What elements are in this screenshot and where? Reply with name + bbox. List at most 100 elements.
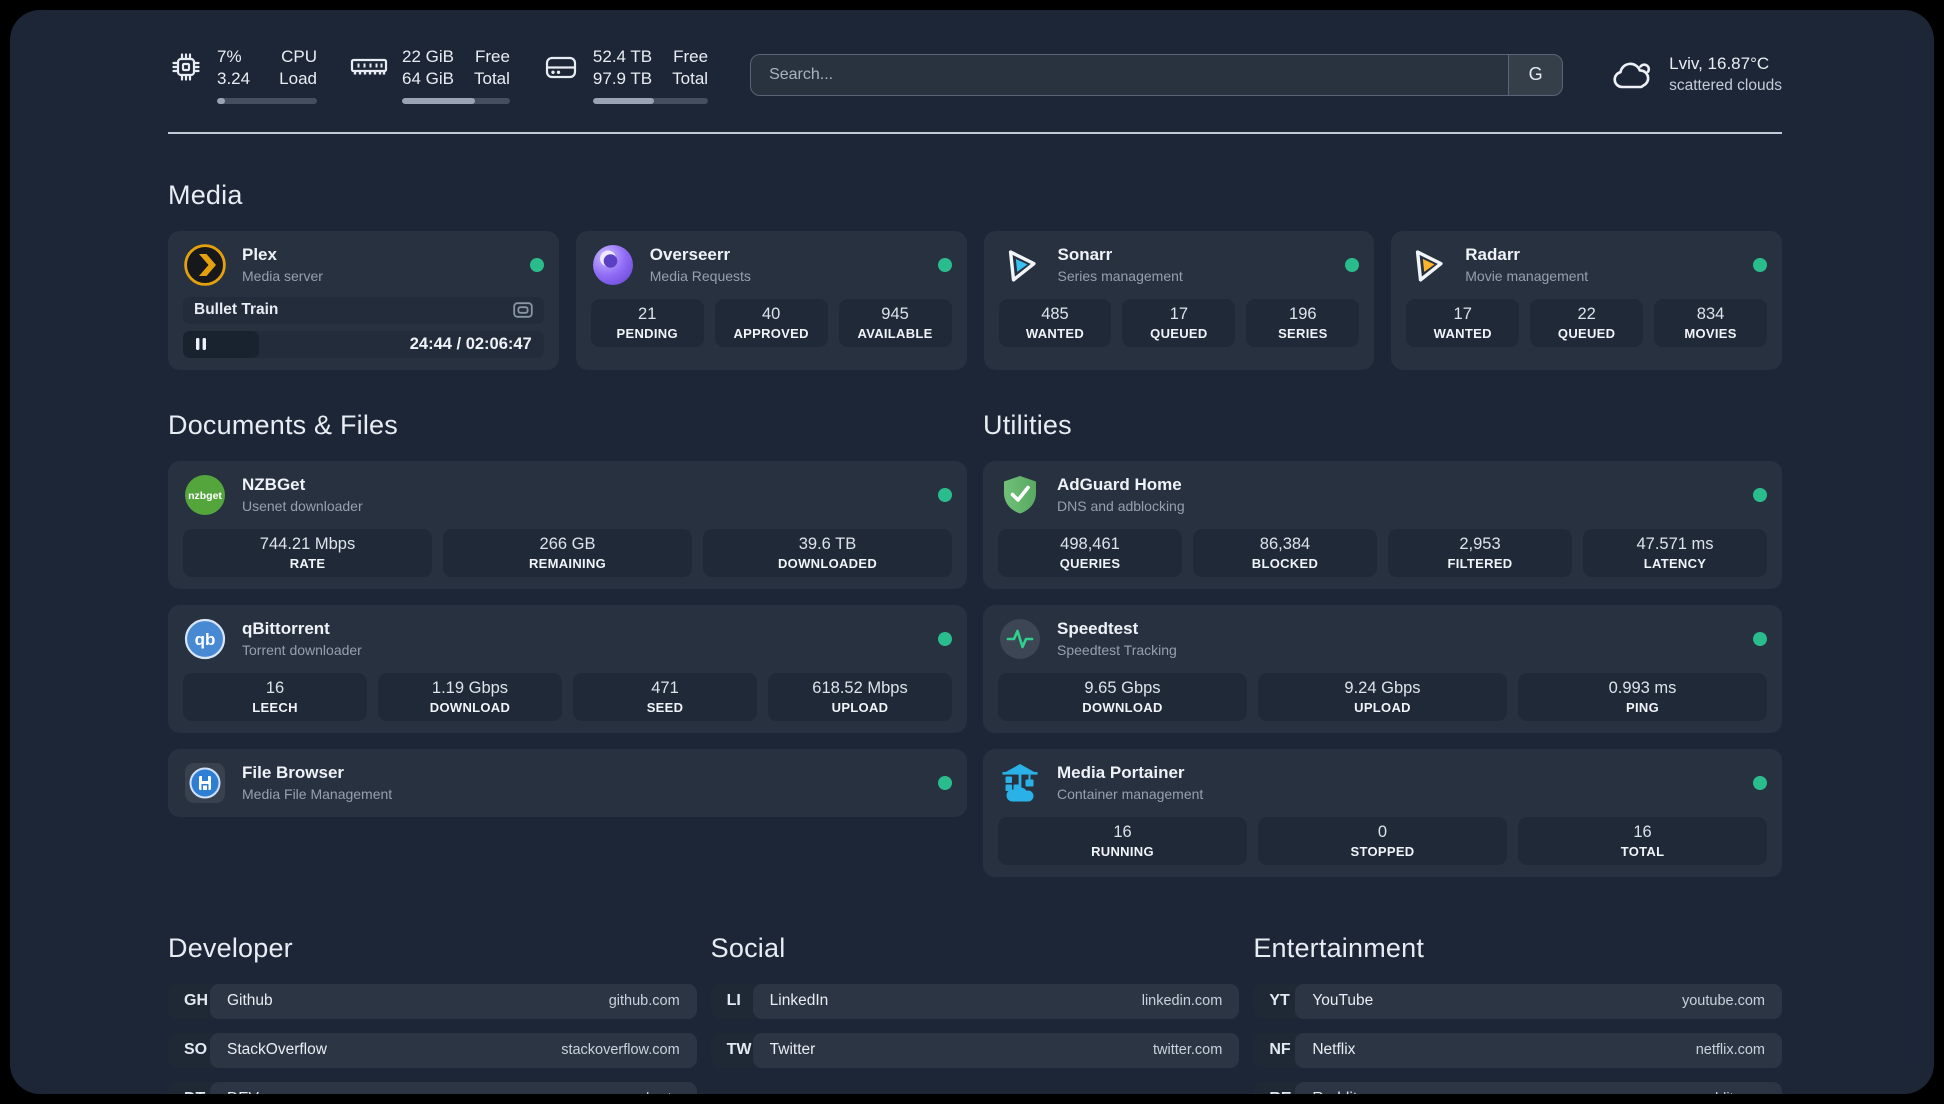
middle-columns: Documents & Files nzbget NZBGet Usenet d… bbox=[168, 370, 1782, 877]
search-input[interactable] bbox=[751, 54, 1509, 95]
stat-download: 1.19 Gbps DOWNLOAD bbox=[378, 672, 562, 721]
status-dot-online bbox=[1753, 257, 1767, 272]
bookmark-netflix[interactable]: NF Netflix netflix.com bbox=[1253, 1032, 1782, 1068]
sonarr-icon bbox=[999, 243, 1043, 287]
bookmark-name: Github bbox=[227, 992, 273, 1010]
app-stats-row: 744.21 Mbps RATE 266 GB REMAINING 39.6 T… bbox=[183, 528, 952, 577]
status-dot-online bbox=[938, 631, 952, 646]
header-divider bbox=[168, 131, 1782, 134]
app-description: Series management bbox=[1057, 268, 1183, 285]
qbittorrent-icon: qb bbox=[183, 617, 227, 661]
app-card-filebrowser[interactable]: File Browser Media File Management bbox=[168, 748, 967, 817]
bookmark-stackoverflow[interactable]: SO StackOverflow stackoverflow.com bbox=[168, 1032, 697, 1068]
app-stats-row: 21 PENDING 40 APPROVED 945 AVAILABLE bbox=[590, 298, 952, 347]
app-name: NZBGet bbox=[242, 475, 306, 495]
stat-label: MOVIES bbox=[1684, 325, 1737, 341]
status-dot-online bbox=[938, 775, 952, 790]
cast-icon[interactable] bbox=[513, 302, 533, 319]
app-titles: Media Portainer Container management bbox=[1057, 763, 1203, 802]
app-titles: AdGuard Home DNS and adblocking bbox=[1057, 475, 1185, 514]
stat-approved: 40 APPROVED bbox=[714, 298, 828, 347]
bookmark-bar[interactable]: StackOverflow stackoverflow.com bbox=[210, 1032, 697, 1068]
bookmark-bar[interactable]: YouTube youtube.com bbox=[1295, 983, 1782, 1019]
section-title-utilities: Utilities bbox=[983, 409, 1072, 440]
bookmark-bar[interactable]: LinkedIn linkedin.com bbox=[752, 983, 1240, 1019]
app-card-plex[interactable]: Plex Media server Bullet Train 24:44 / 0… bbox=[168, 230, 559, 370]
app-card-nzbget[interactable]: nzbget NZBGet Usenet downloader 744.21 M… bbox=[168, 460, 967, 589]
bookmark-bar[interactable]: DEV dev.to bbox=[210, 1081, 697, 1094]
playback-progress-bar[interactable]: 24:44 / 02:06:47 bbox=[183, 330, 544, 358]
bookmark-reddit[interactable]: RE Reddit reddit.com bbox=[1253, 1081, 1782, 1094]
stat-label: WANTED bbox=[1433, 325, 1492, 341]
system-stat-progressbar bbox=[402, 97, 510, 104]
dashboard-panel: 7% 3.24 CPU Load 22 GiB 64 GiB Free Total 52… bbox=[10, 10, 1934, 1094]
utilities-card-stack: AdGuard Home DNS and adblocking 498,461 … bbox=[983, 460, 1782, 877]
bookmark-linkedin[interactable]: LI LinkedIn linkedin.com bbox=[710, 983, 1240, 1019]
app-stats-row: 16 RUNNING 0 STOPPED 16 TOTAL bbox=[998, 816, 1767, 865]
bookmark-github[interactable]: GH Github github.com bbox=[168, 983, 697, 1019]
section-title-entertainment: Entertainment bbox=[1253, 932, 1425, 963]
documents-card-stack: nzbget NZBGet Usenet downloader 744.21 M… bbox=[168, 460, 967, 817]
app-description: Media Requests bbox=[649, 268, 751, 285]
stat-value: 0.993 ms bbox=[1608, 678, 1677, 697]
pause-icon[interactable] bbox=[195, 337, 207, 351]
search-provider-button[interactable]: G bbox=[1508, 54, 1563, 95]
bookmark-group-developer: Developer GH Github github.com SO StackO… bbox=[168, 877, 697, 1094]
system-stat-labels: CPU Load bbox=[279, 47, 317, 89]
stat-latency: 47.571 ms LATENCY bbox=[1583, 528, 1767, 577]
bookmark-youtube[interactable]: YT YouTube youtube.com bbox=[1253, 983, 1782, 1019]
system-stat-progressbar bbox=[592, 97, 709, 104]
app-titles: Radarr Movie management bbox=[1465, 245, 1588, 284]
app-card-qbittorrent[interactable]: qb qBittorrent Torrent downloader 16 LEE… bbox=[168, 604, 967, 733]
nzbget-icon: nzbget bbox=[183, 473, 227, 517]
search-bar[interactable]: G bbox=[750, 53, 1564, 96]
section-title-social: Social bbox=[710, 932, 786, 963]
stat-label: APPROVED bbox=[733, 325, 809, 341]
bookmark-bar[interactable]: Reddit reddit.com bbox=[1295, 1081, 1782, 1094]
app-stats-row: 9.65 Gbps DOWNLOAD 9.24 Gbps UPLOAD 0.99… bbox=[998, 672, 1767, 721]
stat-filtered: 2,953 FILTERED bbox=[1388, 528, 1572, 577]
svg-text:qb: qb bbox=[195, 630, 216, 649]
section-title-documents: Documents & Files bbox=[168, 409, 398, 440]
app-card-adguard[interactable]: AdGuard Home DNS and adblocking 498,461 … bbox=[983, 460, 1782, 589]
stat-value: 618.52 Mbps bbox=[812, 678, 908, 697]
app-titles: Speedtest Speedtest Tracking bbox=[1057, 619, 1177, 658]
bookmark-url: stackoverflow.com bbox=[561, 1042, 680, 1059]
bookmark-dev[interactable]: DT DEV dev.to bbox=[168, 1081, 697, 1094]
bookmark-twitter[interactable]: TW Twitter twitter.com bbox=[710, 1032, 1240, 1068]
status-dot-online bbox=[1753, 487, 1767, 502]
app-titles: File Browser Media File Management bbox=[242, 763, 392, 802]
bookmark-name: Twitter bbox=[769, 1041, 816, 1059]
bookmark-url: reddit.com bbox=[1697, 1091, 1765, 1094]
stat-series: 196 SERIES bbox=[1246, 298, 1360, 347]
app-description: Usenet downloader bbox=[242, 498, 363, 515]
app-card-portainer[interactable]: Media Portainer Container management 16 … bbox=[983, 748, 1782, 877]
stat-value: 834 bbox=[1696, 304, 1725, 323]
stat-label: LEECH bbox=[252, 699, 298, 715]
stat-value: 945 bbox=[881, 304, 909, 323]
system-stat-labels: Free Total bbox=[672, 47, 709, 89]
stat-label: LATENCY bbox=[1643, 555, 1707, 571]
bookmark-name: LinkedIn bbox=[769, 992, 829, 1010]
stat-value: 16 bbox=[265, 678, 285, 697]
app-description: Container management bbox=[1057, 786, 1204, 803]
app-card-overseerr[interactable]: Overseerr Media Requests 21 PENDING 40 A… bbox=[575, 230, 967, 370]
app-name: File Browser bbox=[242, 763, 345, 783]
bookmark-bar[interactable]: Github github.com bbox=[210, 983, 697, 1019]
bookmark-bar[interactable]: Netflix netflix.com bbox=[1295, 1032, 1782, 1068]
stat-label: TOTAL bbox=[1620, 843, 1665, 859]
ram-icon bbox=[349, 49, 389, 85]
system-stat-memory: 22 GiB 64 GiB Free Total bbox=[349, 46, 510, 104]
portainer-icon bbox=[998, 761, 1042, 805]
stat-remaining: 266 GB REMAINING bbox=[443, 528, 692, 577]
app-description: Speedtest Tracking bbox=[1057, 642, 1177, 659]
bookmark-bar[interactable]: Twitter twitter.com bbox=[752, 1032, 1240, 1068]
app-card-speedtest[interactable]: Speedtest Speedtest Tracking 9.65 Gbps D… bbox=[983, 604, 1782, 733]
app-card-radarr[interactable]: Radarr Movie management 17 WANTED 22 QUE… bbox=[1391, 230, 1782, 370]
stat-label: FILTERED bbox=[1447, 555, 1513, 571]
app-name: AdGuard Home bbox=[1057, 475, 1182, 495]
section-utilities: Utilities AdGuard Home DNS and adblockin… bbox=[983, 370, 1782, 877]
app-card-sonarr[interactable]: Sonarr Series management 485 WANTED 17 Q… bbox=[983, 230, 1375, 370]
stat-label: WANTED bbox=[1025, 325, 1085, 341]
stat-movies: 834 MOVIES bbox=[1654, 298, 1768, 347]
